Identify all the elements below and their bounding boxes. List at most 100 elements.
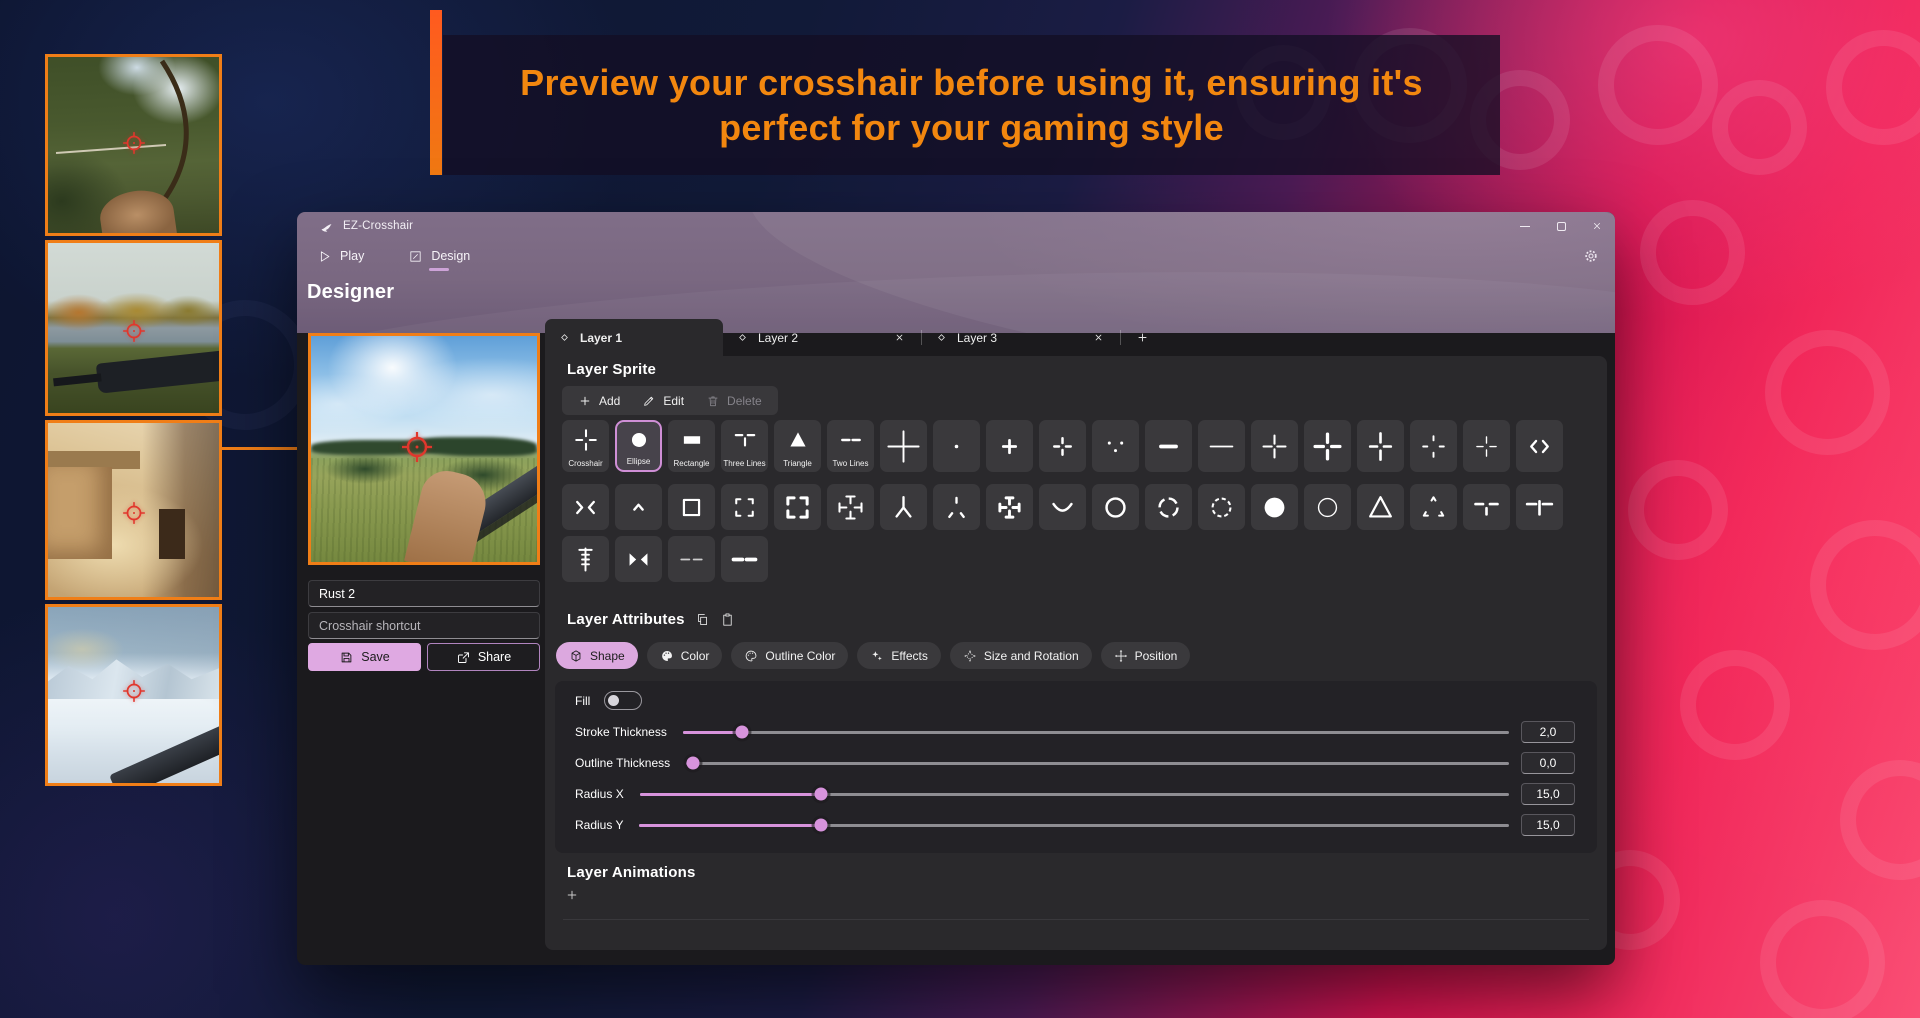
sprite-triangle-outline[interactable] xyxy=(1357,484,1404,530)
sprite-triangles-in[interactable] xyxy=(615,536,662,582)
sprite-dots-three[interactable] xyxy=(1092,420,1139,472)
slider-value[interactable]: 2,0 xyxy=(1521,721,1575,743)
sprite-corners-large[interactable] xyxy=(774,484,821,530)
sprite-t-cross-bold[interactable] xyxy=(986,484,1033,530)
game-screenshot-2 xyxy=(45,240,222,416)
sprite-caret[interactable] xyxy=(615,484,662,530)
slider-track[interactable] xyxy=(683,731,1509,734)
sprite-cross-tiny[interactable] xyxy=(1039,420,1086,472)
pill-effects[interactable]: Effects xyxy=(857,642,940,669)
pill-color[interactable]: Color xyxy=(647,642,723,669)
y-shape-icon xyxy=(887,491,920,524)
sprite-arrows-in[interactable] xyxy=(562,484,609,530)
sprite-circle-dashed-4[interactable] xyxy=(1145,484,1192,530)
slider-track[interactable] xyxy=(686,762,1509,765)
sprite-crosshair[interactable]: Crosshair xyxy=(562,420,609,472)
palette-outline-icon xyxy=(744,649,758,663)
sprite-dashes-thick[interactable] xyxy=(721,536,768,582)
red-crosshair-icon xyxy=(399,429,435,465)
pill-label: Size and Rotation xyxy=(984,649,1079,663)
layer-attributes-header: Layer Attributes xyxy=(567,611,735,628)
slider-thumb[interactable] xyxy=(815,819,828,832)
palette-icon xyxy=(660,649,674,663)
sprite-dot[interactable] xyxy=(933,420,980,472)
menu-play[interactable]: Play xyxy=(313,247,368,266)
slider-thumb[interactable] xyxy=(736,726,749,739)
sprite-cross-gap-2[interactable] xyxy=(1304,420,1351,472)
sprite-cross-thin[interactable] xyxy=(1463,420,1510,472)
close-tab-button[interactable] xyxy=(891,329,908,346)
slider-value[interactable]: 0,0 xyxy=(1521,752,1575,774)
sprite-ellipse[interactable]: Ellipse xyxy=(615,420,662,472)
sprite-t-lines-large[interactable] xyxy=(1516,484,1563,530)
sprite-rectangle[interactable]: Rectangle xyxy=(668,420,715,472)
sprite-two-lines[interactable]: Two Lines xyxy=(827,420,874,472)
close-tab-button[interactable] xyxy=(1090,329,1107,346)
tab-layer-2[interactable]: Layer 2 xyxy=(723,319,921,356)
sprite-cross-dotted[interactable] xyxy=(1410,420,1457,472)
sprite-circle-dashed-8[interactable] xyxy=(1198,484,1245,530)
app-logo-icon xyxy=(319,219,334,234)
tool-label: Edit xyxy=(663,394,684,408)
window-controls xyxy=(1507,212,1615,240)
pill-size-and-rotation[interactable]: Size and Rotation xyxy=(950,642,1092,669)
fill-toggle[interactable] xyxy=(604,691,642,710)
sprite-y-shape[interactable] xyxy=(880,484,927,530)
sprite-circle-filled[interactable] xyxy=(1251,484,1298,530)
sprite-t-lines-small[interactable] xyxy=(1463,484,1510,530)
menu-play-label: Play xyxy=(340,249,364,263)
sprite-triangle-dashed[interactable] xyxy=(1410,484,1457,530)
share-button[interactable]: Share xyxy=(427,643,540,671)
sprite-triangle[interactable]: Triangle xyxy=(774,420,821,472)
save-button[interactable]: Save xyxy=(308,643,421,671)
sprite-y-dashed[interactable] xyxy=(933,484,980,530)
slider-value[interactable]: 15,0 xyxy=(1521,783,1575,805)
slider-track[interactable] xyxy=(640,793,1509,796)
sprite-cross-gap-1[interactable] xyxy=(1251,420,1298,472)
sprite-cross-large[interactable] xyxy=(880,420,927,472)
sprite-ruler-vertical[interactable] xyxy=(562,536,609,582)
sprite-t-cross-in[interactable] xyxy=(827,484,874,530)
menu-design[interactable]: Design xyxy=(404,247,474,266)
slider-track[interactable] xyxy=(639,824,1509,827)
delete-sprite-button[interactable]: Delete xyxy=(696,389,772,412)
sprite-dashes-thin[interactable] xyxy=(668,536,715,582)
pill-shape[interactable]: Shape xyxy=(556,642,638,669)
minimize-button[interactable] xyxy=(1507,212,1543,240)
paste-attributes-button[interactable] xyxy=(720,612,735,627)
close-window-button[interactable] xyxy=(1579,212,1615,240)
slider-value[interactable]: 15,0 xyxy=(1521,814,1575,836)
sprite-dash-thick[interactable] xyxy=(1145,420,1192,472)
slider-thumb[interactable] xyxy=(686,757,699,770)
pill-position[interactable]: Position xyxy=(1101,642,1191,669)
tab-layer-3[interactable]: Layer 3 xyxy=(922,319,1120,356)
crosshair-name-input[interactable] xyxy=(308,580,540,607)
sprite-cross-gap-3[interactable] xyxy=(1357,420,1404,472)
sprite-circle-thin[interactable] xyxy=(1304,484,1351,530)
slider-stroke-thickness: Stroke Thickness2,0 xyxy=(575,721,1575,743)
sprite-arc-bottom[interactable] xyxy=(1039,484,1086,530)
shortcut-input[interactable] xyxy=(308,612,540,639)
add-layer-button[interactable] xyxy=(1127,319,1157,356)
add-sprite-button[interactable]: Add xyxy=(568,389,630,412)
settings-button[interactable] xyxy=(1583,248,1599,264)
pill-outline-color[interactable]: Outline Color xyxy=(731,642,848,669)
decor-ring xyxy=(1840,760,1920,880)
edit-sprite-button[interactable]: Edit xyxy=(632,389,694,412)
two-lines-icon xyxy=(838,420,864,459)
copy-attributes-button[interactable] xyxy=(695,612,710,627)
slider-label: Radius Y xyxy=(575,818,623,832)
sprite-corners-small[interactable] xyxy=(721,484,768,530)
sprite-three-lines[interactable]: Three Lines xyxy=(721,420,768,472)
rifle-silhouette xyxy=(96,350,222,393)
sprite-angle-brackets[interactable] xyxy=(1516,420,1563,472)
sprite-square[interactable] xyxy=(668,484,715,530)
sprite-plus-small[interactable] xyxy=(986,420,1033,472)
maximize-button[interactable] xyxy=(1543,212,1579,240)
add-animation-button[interactable] xyxy=(565,888,579,902)
slider-thumb[interactable] xyxy=(815,788,828,801)
plus-icon xyxy=(578,394,592,408)
sprite-circle-outline[interactable] xyxy=(1092,484,1139,530)
tab-layer-1[interactable]: Layer 1 xyxy=(545,319,723,356)
sprite-dash-thin[interactable] xyxy=(1198,420,1245,472)
